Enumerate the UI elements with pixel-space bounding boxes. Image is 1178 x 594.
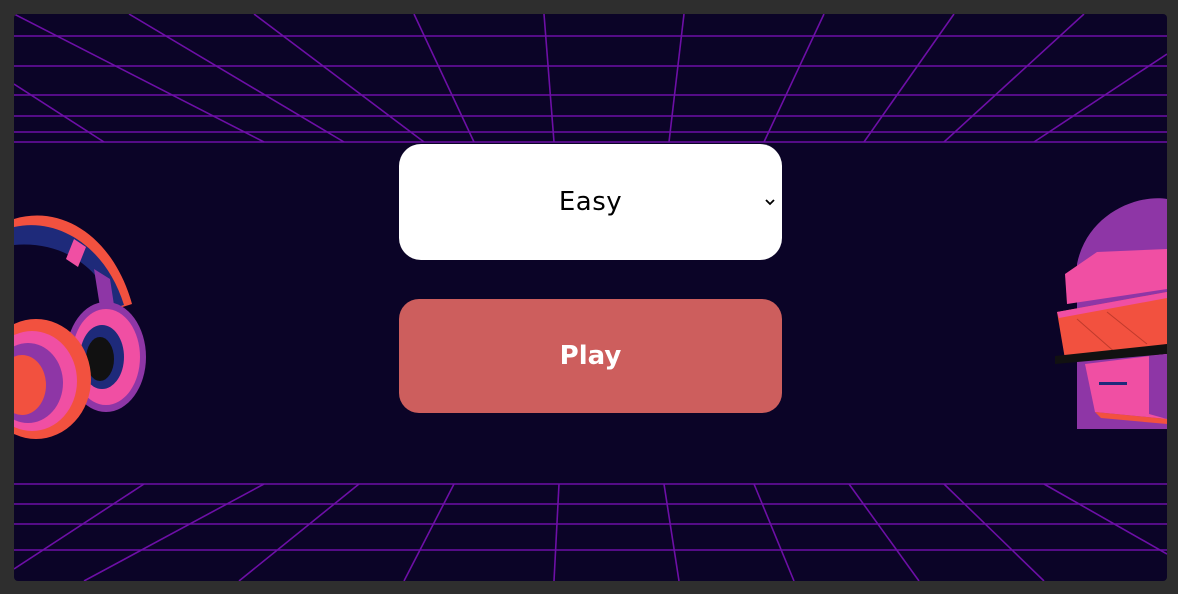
headphones-icon bbox=[14, 215, 146, 439]
game-menu-screen: Easy Play bbox=[14, 14, 1167, 581]
menu-panel: Easy Play bbox=[399, 144, 782, 413]
play-button-label: Play bbox=[559, 341, 622, 371]
play-button[interactable]: Play bbox=[399, 299, 782, 413]
difficulty-select[interactable]: Easy bbox=[399, 144, 782, 260]
difficulty-selected-value: Easy bbox=[558, 187, 623, 217]
chevron-down-icon bbox=[764, 196, 776, 208]
robot-helmet-icon bbox=[1055, 198, 1167, 429]
